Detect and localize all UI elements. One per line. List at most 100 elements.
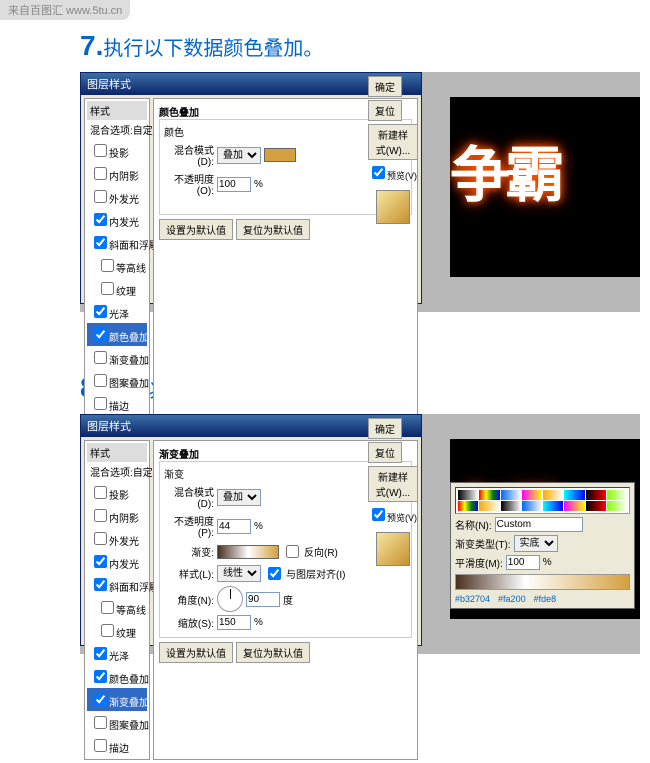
chk2-contour[interactable] bbox=[101, 601, 114, 614]
styles-list-2: 样式 混合选项:自定 投影 内阴影 外发光 内发光 斜面和浮雕 等高线 纹理 光… bbox=[84, 440, 150, 760]
gradient-editor: 名称(N): 渐变类型(T):实底 平滑度(M):% #b32704#fa200… bbox=[450, 482, 635, 609]
blend-mode-select[interactable]: 叠加 bbox=[217, 147, 261, 164]
chk-innerGlow[interactable] bbox=[94, 213, 107, 226]
style-item[interactable]: 投影 bbox=[87, 139, 147, 162]
reverse-check[interactable] bbox=[286, 545, 299, 558]
gradient-swatch[interactable] bbox=[217, 545, 279, 559]
type-label: 渐变类型(T): bbox=[455, 536, 511, 551]
opacity-label: 不透明度(O): bbox=[164, 171, 214, 197]
style-item[interactable]: 内阴影 bbox=[87, 504, 147, 527]
style-item[interactable]: 投影 bbox=[87, 481, 147, 504]
angle-input[interactable] bbox=[246, 592, 280, 607]
canvas-preview: 争霸 bbox=[450, 97, 640, 277]
mode-label2: 混合模式(D): bbox=[164, 484, 214, 510]
style-item[interactable]: 图案叠加 bbox=[87, 711, 147, 734]
scale-input[interactable] bbox=[217, 615, 251, 630]
style-item-gradOverlay[interactable]: 渐变叠加 bbox=[87, 688, 147, 711]
style-item[interactable]: 描边 bbox=[87, 734, 147, 757]
preview-thumbnail2 bbox=[376, 532, 410, 566]
opacity-input2[interactable] bbox=[217, 519, 251, 534]
chk2-outerGlow[interactable] bbox=[94, 532, 107, 545]
ok-button2[interactable]: 确定 bbox=[368, 418, 402, 439]
new-style-button[interactable]: 新建样式(W)... bbox=[368, 124, 418, 160]
style-item[interactable]: 等高线 bbox=[87, 596, 147, 619]
chk2-innerShadow[interactable] bbox=[94, 509, 107, 522]
canvas-preview2: 争霸 名称(N): 渐变类型(T):实底 平滑度(M):% #b32704#fa… bbox=[450, 439, 640, 619]
style-item[interactable]: 斜面和浮雕 bbox=[87, 231, 147, 254]
preview-check2[interactable] bbox=[372, 508, 385, 521]
step7-text: 执行以下数据颜色叠加。 bbox=[103, 38, 323, 60]
chk-bevel[interactable] bbox=[94, 236, 107, 249]
opacity-input[interactable] bbox=[217, 177, 251, 192]
gradient-bar[interactable] bbox=[455, 574, 630, 590]
style-item-colorOverlay[interactable]: 颜色叠加 bbox=[87, 323, 147, 346]
reset-default-button2[interactable]: 复位为默认值 bbox=[236, 642, 310, 663]
smooth-input[interactable] bbox=[506, 555, 540, 570]
grad-name-input[interactable] bbox=[495, 517, 583, 532]
step7-block: 图层样式 样式 混合选项:自定 投影 内阴影 外发光 内发光 斜面和浮雕 等高线… bbox=[80, 72, 640, 312]
step7-title: 7.执行以下数据颜色叠加。 bbox=[80, 30, 650, 62]
styles-header: 样式 bbox=[87, 443, 147, 462]
styles-list: 样式 混合选项:自定 投影 内阴影 外发光 内发光 斜面和浮雕 等高线 纹理 光… bbox=[84, 98, 150, 418]
blend-mode-select2[interactable]: 叠加 bbox=[217, 489, 261, 506]
chk-innerShadow[interactable] bbox=[94, 167, 107, 180]
preview-thumbnail bbox=[376, 190, 410, 224]
chk2-bevel[interactable] bbox=[94, 578, 107, 591]
chk-texture[interactable] bbox=[101, 282, 114, 295]
set-default-button2[interactable]: 设置为默认值 bbox=[159, 642, 233, 663]
style-item[interactable]: 内阴影 bbox=[87, 162, 147, 185]
chk-satin[interactable] bbox=[94, 305, 107, 318]
preview-check[interactable] bbox=[372, 166, 385, 179]
grad-style-select[interactable]: 线性 bbox=[217, 565, 261, 582]
step8-block: 图层样式 样式 混合选项:自定 投影 内阴影 外发光 内发光 斜面和浮雕 等高线… bbox=[80, 414, 640, 654]
blend-options[interactable]: 混合选项:自定 bbox=[87, 462, 147, 481]
chk-pattern[interactable] bbox=[94, 374, 107, 387]
chk-outerGlow[interactable] bbox=[94, 190, 107, 203]
style-item[interactable]: 等高线 bbox=[87, 254, 147, 277]
button-column-2: 确定 复位 新建样式(W)... 预览(V) bbox=[368, 418, 418, 574]
styles-header: 样式 bbox=[87, 101, 147, 120]
style-item[interactable]: 渐变叠加 bbox=[87, 346, 147, 369]
chk-stroke[interactable] bbox=[94, 397, 107, 410]
style-item[interactable]: 纹理 bbox=[87, 277, 147, 300]
style-item[interactable]: 内发光 bbox=[87, 208, 147, 231]
set-default-button[interactable]: 设置为默认值 bbox=[159, 219, 233, 240]
grad-type-select[interactable]: 实底 bbox=[514, 535, 558, 552]
style-item[interactable]: 外发光 bbox=[87, 185, 147, 208]
chk2-dropShadow[interactable] bbox=[94, 486, 107, 499]
ok-button[interactable]: 确定 bbox=[368, 76, 402, 97]
chk2-colorOverlay[interactable] bbox=[94, 670, 107, 683]
mode-label: 混合模式(D): bbox=[164, 142, 214, 168]
style-item[interactable]: 颜色叠加 bbox=[87, 665, 147, 688]
chk2-gradOverlay[interactable] bbox=[94, 693, 107, 706]
gradient-presets[interactable] bbox=[455, 487, 630, 514]
cancel-button[interactable]: 复位 bbox=[368, 100, 402, 121]
chk2-innerGlow[interactable] bbox=[94, 555, 107, 568]
chk-contour[interactable] bbox=[101, 259, 114, 272]
chk2-texture[interactable] bbox=[101, 624, 114, 637]
chk2-satin[interactable] bbox=[94, 647, 107, 660]
style-item[interactable]: 内发光 bbox=[87, 550, 147, 573]
align-check[interactable] bbox=[268, 567, 281, 580]
chk2-pattern[interactable] bbox=[94, 716, 107, 729]
smooth-label: 平滑度(M): bbox=[455, 555, 503, 570]
style-item[interactable]: 外发光 bbox=[87, 527, 147, 550]
style-item[interactable]: 光泽 bbox=[87, 642, 147, 665]
style-item[interactable]: 纹理 bbox=[87, 619, 147, 642]
style-item[interactable]: 图案叠加 bbox=[87, 369, 147, 392]
chk-gradOverlay[interactable] bbox=[94, 351, 107, 364]
style-item[interactable]: 描边 bbox=[87, 392, 147, 415]
style-item[interactable]: 斜面和浮雕 bbox=[87, 573, 147, 596]
step7-num: 7. bbox=[80, 30, 103, 61]
text-effect: 争霸 bbox=[450, 97, 640, 214]
angle-dial[interactable] bbox=[217, 586, 243, 612]
color-swatch[interactable] bbox=[264, 148, 296, 162]
new-style-button2[interactable]: 新建样式(W)... bbox=[368, 466, 418, 502]
chk2-stroke[interactable] bbox=[94, 739, 107, 752]
reset-default-button[interactable]: 复位为默认值 bbox=[236, 219, 310, 240]
chk-dropShadow[interactable] bbox=[94, 144, 107, 157]
style-item[interactable]: 光泽 bbox=[87, 300, 147, 323]
blend-options[interactable]: 混合选项:自定 bbox=[87, 120, 147, 139]
cancel-button2[interactable]: 复位 bbox=[368, 442, 402, 463]
chk-colorOverlay[interactable] bbox=[94, 328, 107, 341]
